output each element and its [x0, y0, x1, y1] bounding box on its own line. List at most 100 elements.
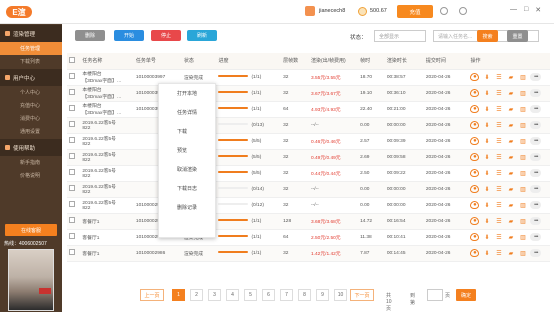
- table-row[interactable]: 2019.6.22客5号 822 (5/5) 32 0.46元/0.46元 2.57 00:…: [67, 133, 550, 150]
- download-icon[interactable]: ⬇: [482, 249, 491, 257]
- download-icon[interactable]: ⬇: [482, 217, 491, 225]
- search-button[interactable]: 搜索: [477, 30, 498, 42]
- more-icon[interactable]: •••: [530, 121, 542, 129]
- download-icon[interactable]: ⬇: [482, 89, 491, 97]
- list-icon[interactable]: ☰: [494, 105, 503, 113]
- more-icon[interactable]: •••: [530, 217, 542, 225]
- folder-icon[interactable]: ▰: [506, 185, 515, 193]
- page-number[interactable]: 5: [244, 289, 257, 301]
- list-icon[interactable]: ☰: [494, 121, 503, 129]
- list-icon[interactable]: ☰: [494, 89, 503, 97]
- stop-button[interactable]: 停止: [151, 30, 181, 41]
- close-icon[interactable]: ✕: [535, 6, 541, 14]
- more-icon[interactable]: •••: [530, 233, 542, 241]
- view-icon[interactable]: ●: [470, 169, 480, 177]
- table-row[interactable]: 本楼阳台 【3Dmax字面】… 10100003997 渲染完成 (1/1) 32 3.55…: [67, 69, 550, 86]
- download-icon[interactable]: ⬇: [482, 105, 491, 113]
- sidebar-item-download-list[interactable]: 下载列表: [0, 55, 62, 68]
- folder-icon[interactable]: ▰: [506, 217, 515, 225]
- view-icon[interactable]: ●: [470, 105, 480, 113]
- maximize-icon[interactable]: □: [524, 6, 528, 14]
- more-icon[interactable]: •••: [530, 89, 542, 97]
- more-icon[interactable]: •••: [530, 249, 542, 257]
- view-icon[interactable]: ●: [470, 121, 480, 129]
- view-icon[interactable]: ●: [470, 185, 480, 193]
- folder-icon[interactable]: ▰: [506, 201, 515, 209]
- confirm-jump-button[interactable]: 确定: [456, 289, 476, 301]
- online-support-button[interactable]: 在线客服: [5, 224, 57, 236]
- status-select[interactable]: 全部显示: [374, 30, 426, 42]
- trash-icon[interactable]: ▥: [518, 169, 527, 177]
- page-number[interactable]: 1: [172, 289, 185, 301]
- table-row[interactable]: 客餐厅1 10100002987 渲染完成 (1/1) 64 2.50元/2.50元 11.…: [67, 229, 550, 246]
- context-menu-item[interactable]: 删除记录: [159, 198, 215, 217]
- table-row[interactable]: 2019.6.22客5号 822 (5/5) 32 0.49元/0.49元 2.69 00:…: [67, 149, 550, 166]
- trash-icon[interactable]: ▥: [518, 185, 527, 193]
- row-checkbox[interactable]: [69, 233, 75, 239]
- row-checkbox[interactable]: [69, 201, 75, 207]
- list-icon[interactable]: ☰: [494, 73, 503, 81]
- download-icon[interactable]: ⬇: [482, 137, 491, 145]
- sidebar-section-user[interactable]: 用户中心: [0, 69, 62, 86]
- trash-icon[interactable]: ▥: [518, 201, 527, 209]
- folder-icon[interactable]: ▰: [506, 89, 515, 97]
- page-number[interactable]: 3: [208, 289, 221, 301]
- list-icon[interactable]: ☰: [494, 249, 503, 257]
- table-row[interactable]: 客餐厅110100002988渲染完成(1/1)1283.68元/3.68元14…: [67, 213, 550, 230]
- minimize-icon[interactable]: —: [510, 6, 517, 14]
- refresh-button[interactable]: 刷新: [187, 30, 217, 41]
- download-icon[interactable]: ⬇: [482, 153, 491, 161]
- folder-icon[interactable]: ▰: [506, 169, 515, 177]
- folder-icon[interactable]: ▰: [506, 73, 515, 81]
- more-icon[interactable]: •••: [530, 153, 542, 161]
- sidebar-item-guide[interactable]: 新手指南: [0, 156, 62, 169]
- trash-icon[interactable]: ▥: [518, 217, 527, 225]
- delete-button[interactable]: 删除: [75, 30, 105, 41]
- page-number[interactable]: 8: [298, 289, 311, 301]
- recharge-button[interactable]: 充值: [397, 5, 433, 18]
- user-info[interactable]: jianecech8: [305, 6, 345, 16]
- table-row[interactable]: 2019.6.22客5号82210100002989渲染取消(0/12)32--…: [67, 197, 550, 214]
- trash-icon[interactable]: ▥: [518, 89, 527, 97]
- list-icon[interactable]: ☰: [494, 201, 503, 209]
- page-number[interactable]: 6: [262, 289, 275, 301]
- trash-icon[interactable]: ▥: [518, 233, 527, 241]
- table-row[interactable]: 本楼阳台【3Dmax字面】…10100003997渲染完成(1/1)323.67…: [67, 85, 550, 102]
- context-menu-item[interactable]: 下载: [159, 122, 215, 141]
- view-icon[interactable]: ●: [470, 153, 480, 161]
- download-icon[interactable]: ⬇: [482, 169, 491, 177]
- row-checkbox[interactable]: [69, 73, 75, 79]
- list-icon[interactable]: ☰: [494, 153, 503, 161]
- ad-image[interactable]: [8, 249, 54, 311]
- page-number[interactable]: 9: [316, 289, 329, 301]
- more-icon[interactable]: •••: [530, 185, 542, 193]
- view-icon[interactable]: ●: [470, 217, 480, 225]
- table-row[interactable]: 2019.6.22客5号 822 (5/5) 32 0.44元/0.44元 2.50 00:…: [67, 165, 550, 182]
- view-icon[interactable]: ●: [470, 233, 480, 241]
- folder-icon[interactable]: ▰: [506, 105, 515, 113]
- more-icon[interactable]: •••: [530, 169, 542, 177]
- download-icon[interactable]: ⬇: [482, 201, 491, 209]
- row-checkbox[interactable]: [69, 153, 75, 159]
- trash-icon[interactable]: ▥: [518, 73, 527, 81]
- download-icon[interactable]: ⬇: [482, 121, 491, 129]
- download-icon[interactable]: ⬇: [482, 233, 491, 241]
- list-icon[interactable]: ☰: [494, 233, 503, 241]
- context-menu-item[interactable]: 任务详情: [159, 103, 215, 122]
- next-page-button[interactable]: 下一页: [350, 289, 374, 301]
- folder-icon[interactable]: ▰: [506, 137, 515, 145]
- view-icon[interactable]: ●: [470, 89, 480, 97]
- page-number[interactable]: 4: [226, 289, 239, 301]
- shirt-icon[interactable]: [459, 7, 467, 15]
- page-number[interactable]: 2: [190, 289, 203, 301]
- avatar[interactable]: [305, 6, 315, 16]
- row-checkbox[interactable]: [69, 121, 75, 127]
- row-checkbox[interactable]: [69, 169, 75, 175]
- folder-icon[interactable]: ▰: [506, 153, 515, 161]
- page-jump-input[interactable]: [427, 289, 443, 301]
- row-checkbox[interactable]: [69, 89, 75, 95]
- folder-icon[interactable]: ▰: [506, 233, 515, 241]
- sidebar-item-settings[interactable]: 通用设置: [0, 125, 62, 138]
- reset-button[interactable]: 重置: [507, 30, 528, 42]
- row-checkbox[interactable]: [69, 217, 75, 223]
